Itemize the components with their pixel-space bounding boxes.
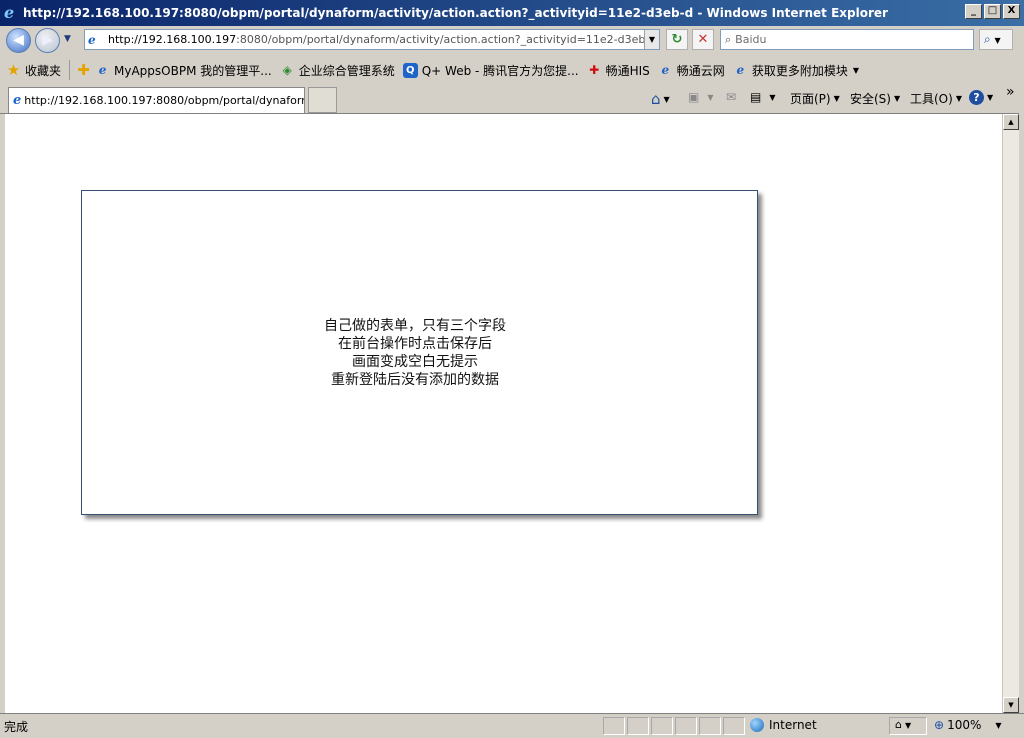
history-dropdown-icon[interactable]: ▼ <box>64 34 71 44</box>
favorite-label: MyAppsOBPM 我的管理平... <box>114 63 272 78</box>
zoom-control[interactable]: ⊕ 100% ▼ <box>934 718 1002 732</box>
forward-button[interactable]: ▶ <box>35 28 60 53</box>
minimize-button[interactable]: _ <box>965 4 982 19</box>
printer-icon: ▤ <box>750 90 762 104</box>
message-line: 画面变成空白无提示 <box>352 354 478 370</box>
tab-label: http://192.168.100.197:8080/obpm/portal/… <box>24 94 305 107</box>
favorite-item-qq[interactable]: Q Q+ Web - 腾讯官方为您提... <box>402 62 579 79</box>
status-cell <box>699 717 721 735</box>
search-input[interactable]: ⌕ Baidu <box>720 29 974 50</box>
protected-mode-button[interactable]: ⌂ ▼ <box>889 717 927 735</box>
address-bar[interactable]: e http://192.168.100.197:8080/obpm/porta… <box>84 29 660 50</box>
feeds-button[interactable]: ▣ ▼ <box>688 90 714 104</box>
url-text[interactable]: http://192.168.100.197:8080/obpm/portal/… <box>108 33 644 46</box>
favorite-item-enterprise[interactable]: ◈ 企业综合管理系统 <box>280 62 395 79</box>
safety-menu-label: 安全(S) <box>850 92 891 106</box>
favorite-item-cloud[interactable]: e 畅通云网 <box>658 62 725 79</box>
favorite-label: 畅通HIS <box>605 63 650 78</box>
mail-button[interactable]: ✉ <box>726 90 736 104</box>
ie-page-icon: e <box>13 93 22 108</box>
back-button[interactable]: ◀ <box>6 28 31 53</box>
address-toolbar: ◀ ▶ ▼ e http://192.168.100.197:8080/obpm… <box>0 26 1024 56</box>
close-button[interactable]: X <box>1003 4 1020 19</box>
favorites-label: 收藏夹 <box>25 63 62 78</box>
page-icon: e <box>88 32 96 47</box>
home-icon: ⌂ <box>651 90 661 108</box>
home-button[interactable]: ⌂ ▼ <box>651 90 670 108</box>
message-line: 自己做的表单，只有三个字段 <box>324 318 506 334</box>
help-icon: ? <box>969 90 984 105</box>
status-cell <box>603 717 625 735</box>
zone-label: Internet <box>769 718 817 732</box>
favorite-label: 获取更多附加模块 <box>751 63 848 78</box>
message-box: 自己做的表单，只有三个字段 在前台操作时点击保存后 画面变成空白无提示 重新登陆… <box>81 190 758 515</box>
star-icon: ★ <box>6 60 21 79</box>
chevron-down-icon: ▼ <box>852 65 859 75</box>
new-tab-button[interactable] <box>308 87 337 113</box>
status-cell <box>723 717 745 735</box>
favorite-label: Q+ Web - 腾讯官方为您提... <box>421 63 579 78</box>
window-title: http://192.168.100.197:8080/obpm/portal/… <box>23 6 888 20</box>
favorite-label: 企业综合管理系统 <box>298 63 395 78</box>
separator <box>69 60 71 80</box>
vertical-scrollbar[interactable]: ▲ ▼ <box>1002 114 1019 713</box>
favorite-item-his[interactable]: ✚ 畅通HIS <box>587 62 650 79</box>
ie-logo-icon: e <box>4 3 15 22</box>
security-zone[interactable]: Internet <box>750 718 817 732</box>
maximize-button[interactable]: □ <box>984 4 1001 19</box>
ie-page-icon: e <box>661 62 670 77</box>
mail-icon: ✉ <box>726 90 737 104</box>
help-button[interactable]: ? ▼ <box>969 90 993 105</box>
search-placeholder: Baidu <box>735 33 767 46</box>
more-commands-button[interactable]: » <box>1006 84 1015 100</box>
refresh-button[interactable]: ↻ <box>666 29 688 50</box>
search-icon: ⌕ <box>725 32 732 46</box>
favorite-label: 畅通云网 <box>676 63 725 78</box>
status-cell <box>651 717 673 735</box>
message-line: 重新登陆后没有添加的数据 <box>331 372 499 388</box>
address-dropdown-icon[interactable]: ▼ <box>644 30 659 49</box>
print-button[interactable]: ▤ ▼ <box>750 90 776 104</box>
status-cell <box>675 717 697 735</box>
tab-current[interactable]: e http://192.168.100.197:8080/obpm/porta… <box>8 87 305 113</box>
red-cross-icon: ✚ <box>589 62 600 77</box>
scroll-down-icon[interactable]: ▼ <box>1003 697 1019 713</box>
globe-icon: ◈ <box>282 62 292 77</box>
rss-icon: ▣ <box>688 90 700 104</box>
zoom-icon: ⊕ <box>934 718 945 732</box>
message-text: 自己做的表单，只有三个字段 在前台操作时点击保存后 画面变成空白无提示 重新登陆… <box>82 317 748 389</box>
tab-bar: e http://192.168.100.197:8080/obpm/porta… <box>0 84 1024 114</box>
page-menu-label: 页面(P) <box>790 92 831 106</box>
status-bar: 完成 Internet ⌂ ▼ ⊕ 100% ▼ <box>0 713 1024 738</box>
ie-page-icon: e <box>736 62 745 77</box>
search-button[interactable]: ⌕ ▼ <box>979 29 1013 50</box>
favorites-bar: ★ 收藏夹 ✚ e MyAppsOBPM 我的管理平... ◈ 企业综合管理系统… <box>0 56 1024 84</box>
scroll-up-icon[interactable]: ▲ <box>1003 114 1019 130</box>
add-favorite-icon[interactable]: ✚ <box>76 62 91 78</box>
favorites-button[interactable]: ★ 收藏夹 <box>6 62 61 79</box>
window-controls: _ □ X <box>965 4 1020 19</box>
zoom-level: 100% <box>947 718 982 732</box>
safety-menu[interactable]: 安全(S) ▼ <box>850 90 900 107</box>
tools-menu-label: 工具(O) <box>910 92 953 106</box>
internet-globe-icon <box>750 718 764 732</box>
message-line: 在前台操作时点击保存后 <box>338 336 492 352</box>
qq-icon: Q <box>402 62 418 78</box>
lock-icon: ⌂ <box>895 718 902 731</box>
status-text: 完成 <box>4 720 29 734</box>
status-cell <box>627 717 649 735</box>
page-menu[interactable]: 页面(P) ▼ <box>790 90 840 107</box>
stop-button[interactable]: ✕ <box>692 29 714 50</box>
ie-page-icon: e <box>98 62 107 77</box>
tools-menu[interactable]: 工具(O) ▼ <box>910 90 962 107</box>
title-bar: e http://192.168.100.197:8080/obpm/porta… <box>0 0 1024 26</box>
chevron-down-icon: ▼ <box>995 720 1002 730</box>
favorite-item-myapps[interactable]: e MyAppsOBPM 我的管理平... <box>95 62 272 79</box>
window-frame-right <box>1019 26 1024 738</box>
favorite-item-addons[interactable]: e 获取更多附加模块 ▼ <box>733 62 859 79</box>
